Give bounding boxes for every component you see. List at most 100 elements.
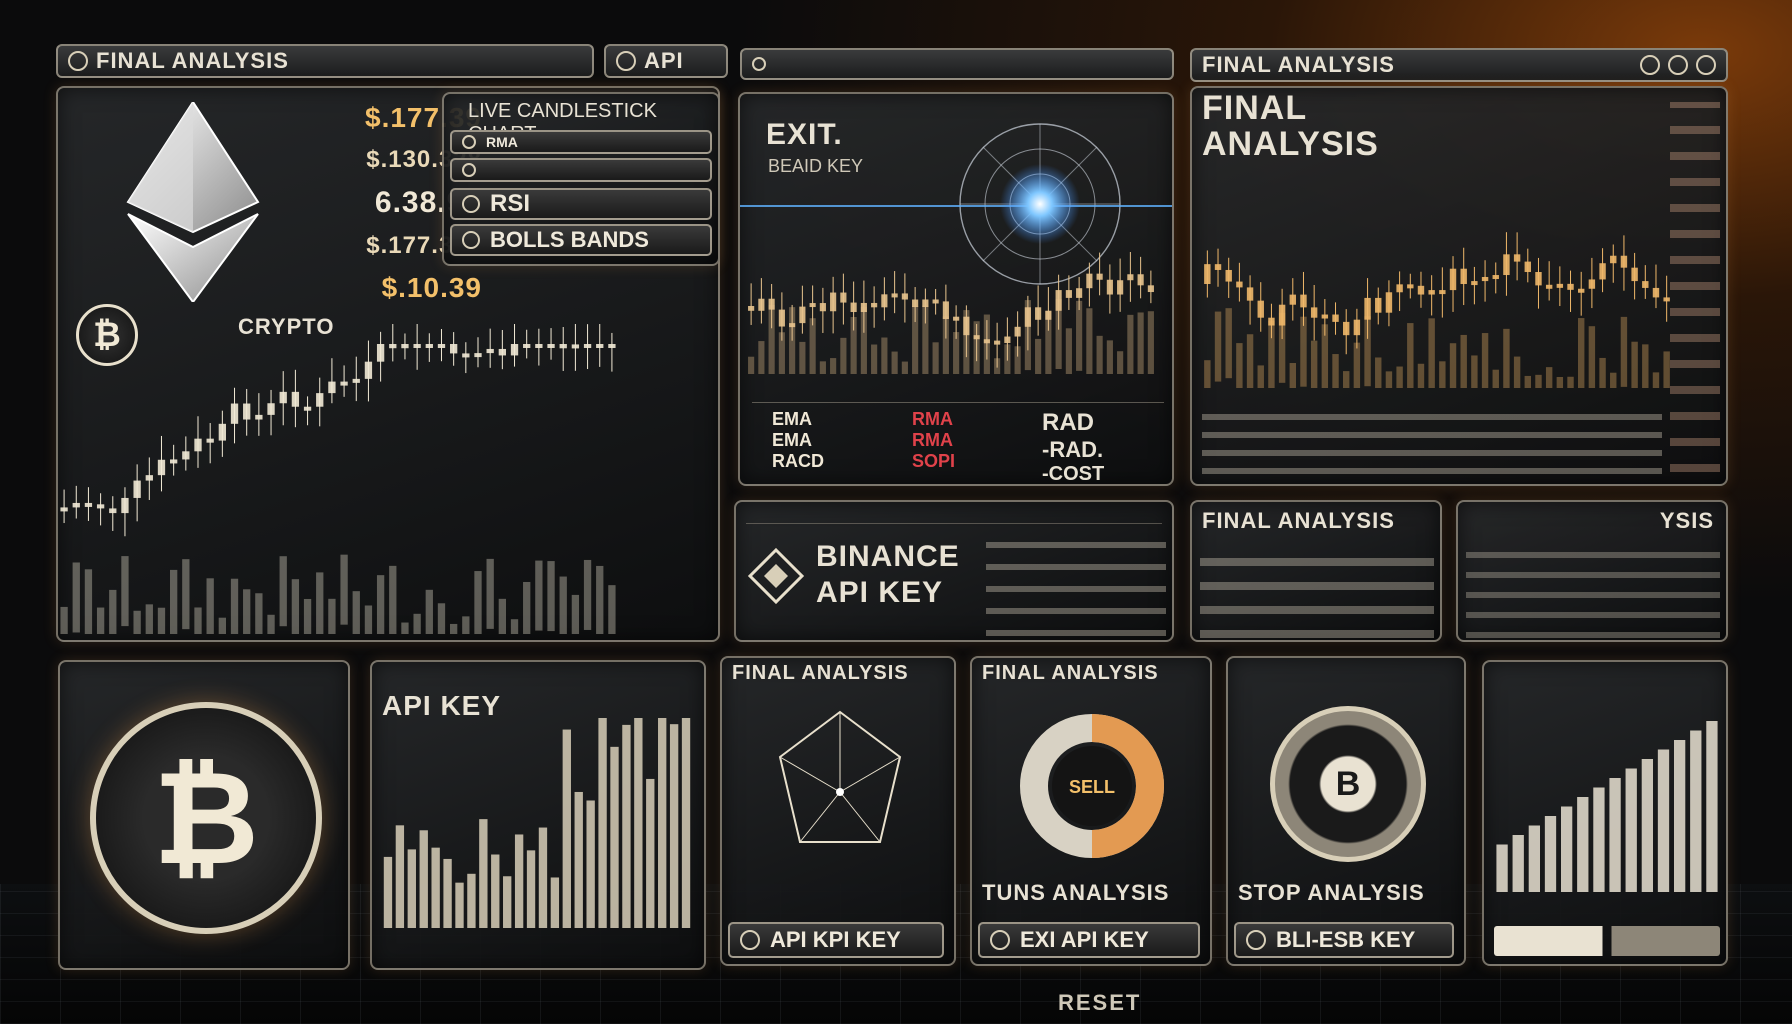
volume-bar [243, 589, 251, 634]
polyhedron-icon [778, 710, 902, 843]
chart-bar [669, 724, 679, 928]
volume-bar [1481, 333, 1489, 388]
ema-cell: -RAD. [1042, 437, 1104, 462]
candle-body [60, 507, 68, 512]
candle-body [535, 344, 543, 348]
indicator-rma[interactable]: RMA [450, 130, 712, 154]
volume-bar [1535, 374, 1542, 388]
volume-bar [1147, 311, 1154, 374]
candle-body [1375, 297, 1382, 313]
chart-bar [1641, 759, 1654, 892]
menu-icon[interactable] [752, 57, 766, 71]
card2-button[interactable]: EXI API KEY [978, 922, 1200, 958]
indicator-rsi[interactable]: RSI [450, 188, 712, 220]
volume-bar [1417, 363, 1425, 388]
chart-bar [634, 718, 643, 928]
candle-body [1439, 290, 1446, 295]
volume-bar [1428, 318, 1435, 388]
candle-body [267, 403, 275, 415]
candle-body [1588, 279, 1596, 289]
volume-bar [850, 317, 857, 374]
indicator-blank[interactable] [450, 158, 712, 182]
candle-body [881, 294, 888, 308]
volume-bar [157, 607, 166, 634]
volume-bar [758, 341, 765, 374]
candle-body [1417, 285, 1425, 295]
volume-bar [1096, 335, 1103, 374]
card2-title: FINAL ANALYSIS [982, 662, 1159, 684]
chart-bar [562, 729, 571, 928]
volume-bar [230, 578, 239, 634]
chart-bar [526, 850, 536, 928]
coin-badge-icon: B [1270, 706, 1426, 862]
indicator-bolls-bands[interactable]: BOLLS BANDS [450, 224, 712, 256]
volume-bar [316, 572, 324, 634]
card1-button[interactable]: API KPI KEY [728, 922, 944, 958]
ema-col-2: RMA RMA SOPI [902, 403, 1032, 480]
candle-body [1310, 307, 1318, 318]
candle-body [1631, 267, 1638, 282]
candle-body [328, 381, 336, 394]
candle-body [72, 502, 80, 508]
toggle-icon [462, 195, 480, 213]
volume-bar [1214, 311, 1222, 382]
candle-body [1524, 261, 1531, 273]
chart-bar [658, 718, 667, 928]
api-titlebar[interactable]: API [604, 44, 728, 78]
price-item: $.10.39 [381, 272, 482, 303]
ysis-grid [1466, 542, 1720, 638]
bar-card-footer[interactable] [1494, 926, 1720, 956]
volume-bar [809, 318, 816, 374]
candle-body [840, 292, 847, 303]
candle-body [1428, 290, 1435, 295]
candle-body [1449, 268, 1457, 291]
ema-cell: RAD [1042, 409, 1094, 436]
ema-col-3: RAD -RAD. -COST [1032, 403, 1162, 484]
candle-body [1460, 268, 1467, 285]
chart-bar [1577, 797, 1589, 892]
volume-bar [830, 358, 837, 374]
candle-body [376, 344, 385, 362]
chart-bar [479, 819, 488, 928]
indicator-label: RMA [486, 134, 518, 150]
volume-bar [559, 576, 567, 634]
toggle-icon [462, 231, 480, 249]
volume-bar [1310, 340, 1318, 388]
window-circle-icon[interactable] [68, 51, 88, 71]
candle-body [1610, 255, 1617, 264]
candle-body [1620, 255, 1628, 268]
reset-button[interactable]: RESET [1058, 990, 1141, 1016]
volume-bar [425, 589, 433, 634]
candle-body [401, 344, 409, 349]
candle-body [901, 293, 908, 300]
indicator-label: RSI [490, 190, 531, 217]
volume-bar [1567, 376, 1574, 388]
chart-bar [574, 791, 583, 928]
candle-body [364, 361, 373, 379]
right-bottom-grid [1202, 414, 1662, 474]
volume-bar [255, 593, 263, 634]
candle-body [1396, 284, 1403, 293]
volume-bar [1278, 312, 1286, 383]
volume-bar [1257, 365, 1264, 388]
candle-body [523, 344, 531, 348]
window-control-icon[interactable] [1640, 55, 1660, 75]
card3-button[interactable]: BLI-ESB KEY [1234, 922, 1454, 958]
window-control-icon[interactable] [1668, 55, 1688, 75]
center-candlestick-chart [748, 252, 1154, 374]
chart-bar [646, 778, 655, 928]
volume-bar [1268, 320, 1275, 388]
candle-body [413, 344, 421, 348]
chart-bar [467, 873, 476, 928]
final-mid-grid [1200, 542, 1434, 638]
bar-chart-card-panel [1482, 660, 1728, 966]
chart-bar [407, 849, 416, 928]
window-control-icon[interactable] [1696, 55, 1716, 75]
candle-body [279, 391, 287, 404]
network-card-panel: FINAL ANALYSIS API KPI KEY [720, 656, 956, 966]
volume-bar [1599, 357, 1606, 388]
candle-body [230, 403, 239, 424]
volume-bar [1343, 371, 1350, 388]
volume-bar [170, 569, 178, 634]
candle-body [748, 306, 755, 311]
